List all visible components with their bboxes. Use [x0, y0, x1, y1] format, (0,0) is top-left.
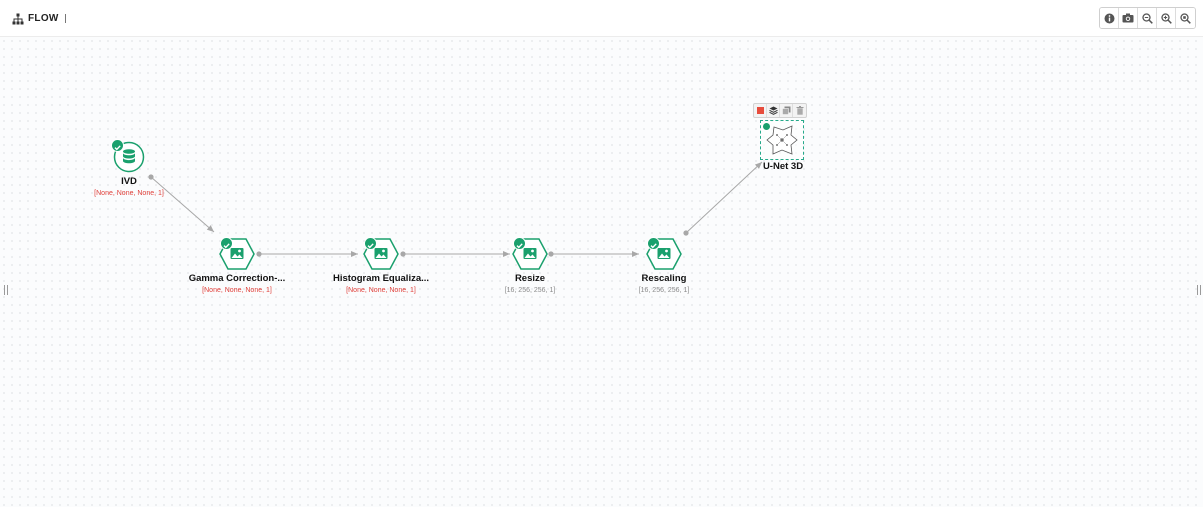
layers-button[interactable]	[767, 104, 780, 117]
copy-icon	[781, 106, 790, 115]
node-histogram-equalization[interactable]: Histogram Equaliza... [None, None, None,…	[301, 237, 461, 294]
check-icon	[647, 237, 660, 250]
node-ivd[interactable]: IVD [None, None, None, 1]	[49, 139, 209, 197]
node-rescaling-shape[interactable]	[646, 237, 682, 270]
node-unet-3d[interactable]: U-Net 3D	[703, 161, 863, 172]
node-rescaling[interactable]: Rescaling [16, 256, 256, 1]	[584, 237, 744, 294]
node-histogram-shape[interactable]	[363, 237, 399, 270]
layers-icon	[768, 106, 778, 115]
left-panel-handle[interactable]	[4, 285, 8, 295]
check-icon	[364, 237, 377, 250]
stop-button[interactable]	[754, 104, 767, 117]
node-unet-title: U-Net 3D	[762, 161, 804, 172]
node-gamma-title: Gamma Correction-...	[188, 273, 286, 284]
node-ivd-shape[interactable]	[111, 139, 145, 173]
node-gamma-correction[interactable]: Gamma Correction-... [None, None, None, …	[157, 237, 317, 294]
node-resize-shape[interactable]	[512, 237, 548, 270]
node-unet-selection[interactable]	[760, 120, 804, 160]
node-ivd-title: IVD	[121, 176, 137, 187]
stop-icon	[756, 107, 764, 114]
check-icon	[111, 139, 124, 152]
copy-button[interactable]	[780, 104, 793, 117]
check-icon	[513, 237, 526, 250]
node-histogram-title: Histogram Equaliza...	[332, 273, 430, 284]
node-gamma-shape[interactable]	[219, 237, 255, 270]
edge-rescaling-to-unet[interactable]	[683, 161, 763, 236]
node-action-toolbar	[753, 103, 807, 118]
node-rescaling-shape-info: [16, 256, 256, 1]	[638, 287, 690, 294]
node-rescaling-title: Rescaling	[641, 273, 687, 284]
check-icon	[762, 122, 771, 131]
delete-button[interactable]	[793, 104, 806, 117]
trash-icon	[796, 106, 803, 115]
check-icon	[220, 237, 233, 250]
right-panel-handle[interactable]	[1197, 285, 1201, 295]
node-ivd-shape-info: [None, None, None, 1]	[94, 190, 164, 197]
node-gamma-shape-info: [None, None, None, 1]	[202, 287, 272, 294]
node-histogram-shape-info: [None, None, None, 1]	[346, 287, 416, 294]
